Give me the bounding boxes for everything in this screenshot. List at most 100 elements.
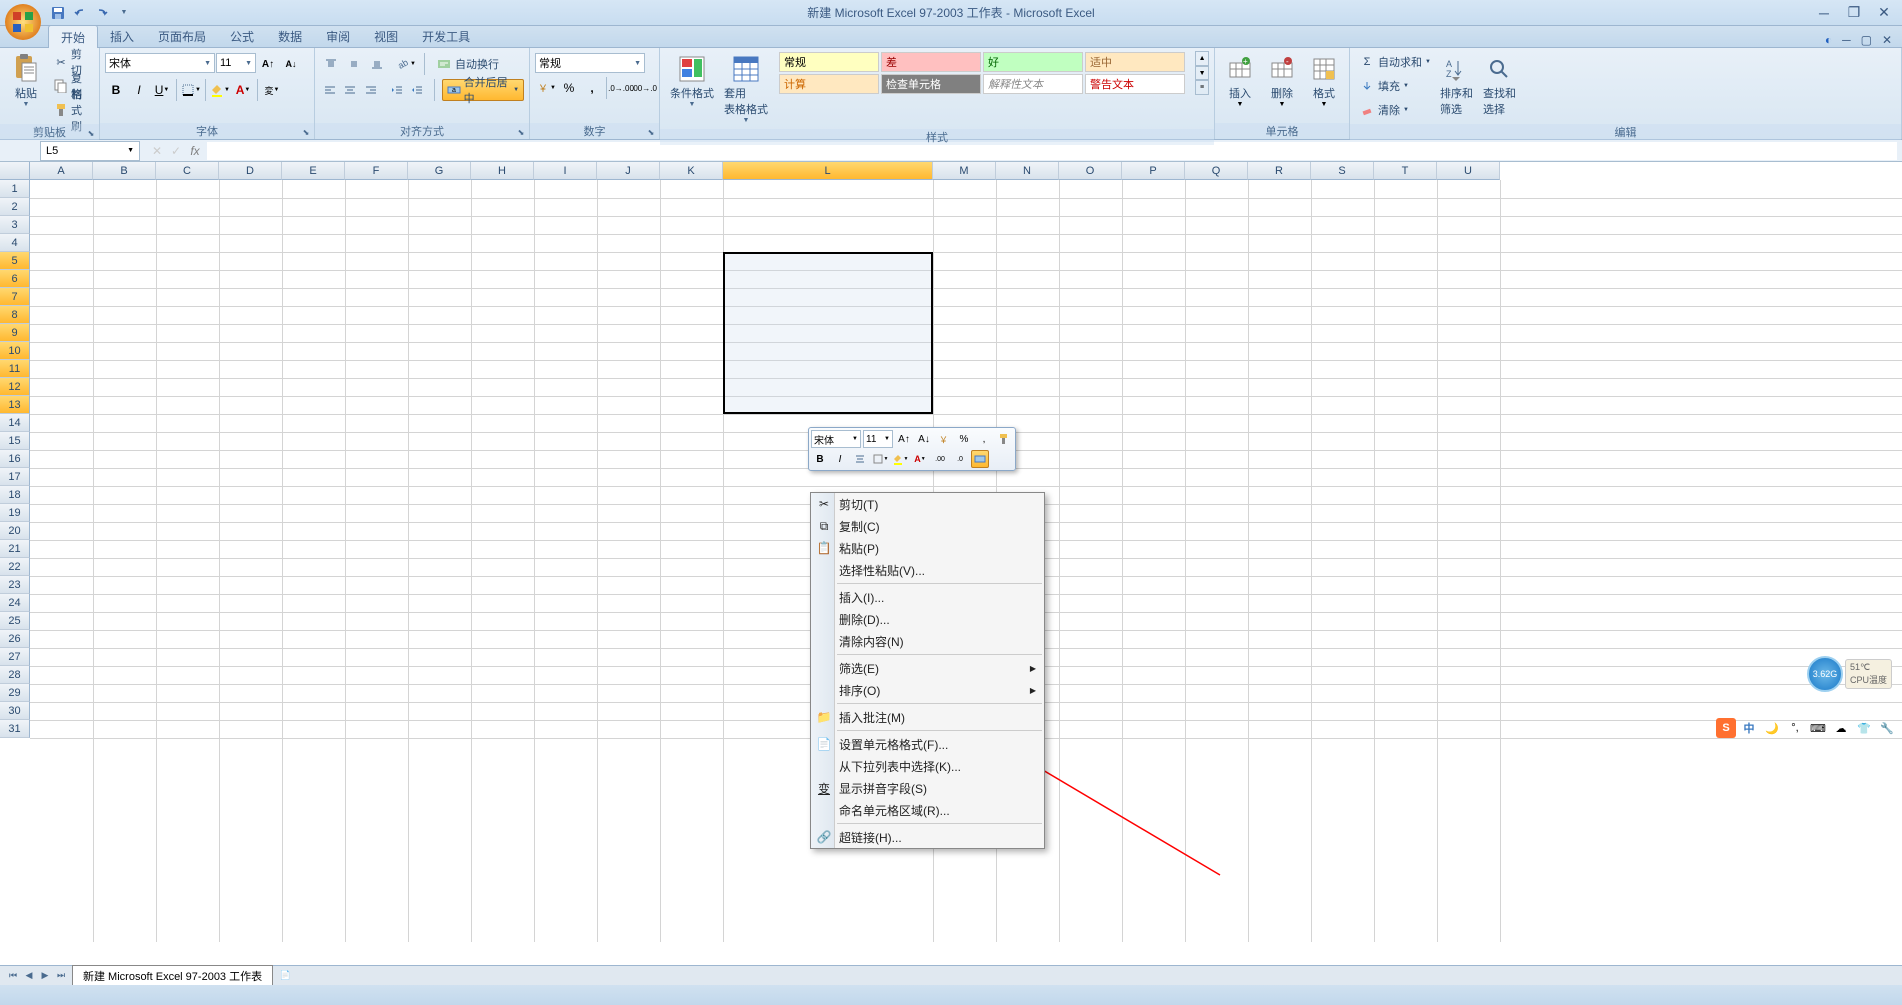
col-header-M[interactable]: M bbox=[933, 162, 996, 180]
style-cell[interactable]: 解释性文本 bbox=[983, 74, 1083, 94]
styles-scroll-up[interactable]: ▲ bbox=[1195, 51, 1209, 66]
align-launcher[interactable]: ⬊ bbox=[515, 126, 527, 138]
percent-button[interactable]: % bbox=[558, 77, 580, 99]
col-header-E[interactable]: E bbox=[282, 162, 345, 180]
row-header-18[interactable]: 18 bbox=[0, 486, 30, 504]
close-workbook-icon[interactable]: ✕ bbox=[1882, 33, 1892, 47]
row-header-14[interactable]: 14 bbox=[0, 414, 30, 432]
office-button[interactable] bbox=[3, 2, 43, 42]
row-header-12[interactable]: 12 bbox=[0, 378, 30, 396]
mini-fill-color[interactable]: ▼ bbox=[891, 450, 909, 468]
mini-italic[interactable]: I bbox=[831, 450, 849, 468]
find-select-button[interactable]: 查找和 选择 bbox=[1478, 51, 1521, 119]
ctx-item[interactable]: 选择性粘贴(V)... bbox=[811, 559, 1044, 581]
ime-cloud-icon[interactable]: ☁ bbox=[1831, 718, 1851, 738]
enter-formula-icon[interactable]: ✓ bbox=[169, 144, 183, 158]
row-header-6[interactable]: 6 bbox=[0, 270, 30, 288]
cancel-formula-icon[interactable]: ✕ bbox=[150, 144, 164, 158]
increase-indent-button[interactable] bbox=[407, 79, 426, 101]
mini-inc-decimal[interactable]: .00 bbox=[931, 450, 949, 468]
row-header-4[interactable]: 4 bbox=[0, 234, 30, 252]
mini-percent[interactable]: % bbox=[955, 430, 973, 448]
ctx-item[interactable]: 📋粘贴(P) bbox=[811, 537, 1044, 559]
insert-cells-button[interactable]: +插入▼ bbox=[1219, 51, 1261, 110]
row-header-19[interactable]: 19 bbox=[0, 504, 30, 522]
row-header-25[interactable]: 25 bbox=[0, 612, 30, 630]
ctx-item[interactable]: 🔗超链接(H)... bbox=[811, 826, 1044, 848]
name-box[interactable]: L5▼ bbox=[40, 141, 140, 161]
row-header-21[interactable]: 21 bbox=[0, 540, 30, 558]
row-header-27[interactable]: 27 bbox=[0, 648, 30, 666]
new-sheet-icon[interactable]: 📄 bbox=[277, 968, 293, 984]
col-header-S[interactable]: S bbox=[1311, 162, 1374, 180]
mini-format-painter[interactable] bbox=[995, 430, 1013, 448]
help-icon[interactable]: ◐ bbox=[1825, 33, 1832, 47]
ime-keyboard-icon[interactable]: ⌨ bbox=[1808, 718, 1828, 738]
ime-moon-icon[interactable]: 🌙 bbox=[1762, 718, 1782, 738]
ribbon-tab-7[interactable]: 开发工具 bbox=[410, 25, 482, 47]
font-color-button[interactable]: A▼ bbox=[232, 79, 254, 101]
clear-button[interactable]: 清除▼ bbox=[1355, 99, 1435, 121]
ribbon-tab-5[interactable]: 审阅 bbox=[314, 25, 362, 47]
grow-font-button[interactable]: A↑ bbox=[257, 53, 279, 75]
delete-cells-button[interactable]: -删除▼ bbox=[1261, 51, 1303, 110]
restore-window-icon[interactable]: ▢ bbox=[1861, 33, 1872, 47]
row-header-3[interactable]: 3 bbox=[0, 216, 30, 234]
ctx-item[interactable]: 📁插入批注(M) bbox=[811, 706, 1044, 728]
sheet-nav-last[interactable]: ⏭ bbox=[53, 968, 69, 984]
font-name-combo[interactable]: 宋体▼ bbox=[105, 53, 215, 73]
underline-button[interactable]: U▼ bbox=[151, 79, 173, 101]
row-header-31[interactable]: 31 bbox=[0, 720, 30, 738]
redo-icon[interactable] bbox=[92, 3, 112, 23]
select-all-corner[interactable] bbox=[0, 162, 30, 180]
ctx-item[interactable]: 清除内容(N) bbox=[811, 630, 1044, 652]
row-header-26[interactable]: 26 bbox=[0, 630, 30, 648]
col-header-H[interactable]: H bbox=[471, 162, 534, 180]
align-right-button[interactable] bbox=[361, 79, 380, 101]
mini-grow-font[interactable]: A↑ bbox=[895, 430, 913, 448]
row-header-2[interactable]: 2 bbox=[0, 198, 30, 216]
row-header-17[interactable]: 17 bbox=[0, 468, 30, 486]
sheet-nav-next[interactable]: ▶ bbox=[37, 968, 53, 984]
mini-dec-decimal[interactable]: .0 bbox=[951, 450, 969, 468]
ime-tool-icon[interactable]: 🔧 bbox=[1877, 718, 1897, 738]
col-header-R[interactable]: R bbox=[1248, 162, 1311, 180]
col-header-P[interactable]: P bbox=[1122, 162, 1185, 180]
ribbon-tab-6[interactable]: 视图 bbox=[362, 25, 410, 47]
col-header-N[interactable]: N bbox=[996, 162, 1059, 180]
ctx-item[interactable]: 排序(O)▶ bbox=[811, 679, 1044, 701]
ribbon-tab-2[interactable]: 页面布局 bbox=[146, 25, 218, 47]
ctx-item[interactable]: ✂剪切(T) bbox=[811, 493, 1044, 515]
currency-button[interactable]: ￥▼ bbox=[535, 77, 557, 99]
decrease-indent-button[interactable] bbox=[387, 79, 406, 101]
bold-button[interactable]: B bbox=[105, 79, 127, 101]
row-header-9[interactable]: 9 bbox=[0, 324, 30, 342]
col-header-Q[interactable]: Q bbox=[1185, 162, 1248, 180]
autosum-button[interactable]: Σ自动求和▼ bbox=[1355, 51, 1435, 73]
sheet-nav-first[interactable]: ⏮ bbox=[5, 968, 21, 984]
sort-filter-button[interactable]: AZ排序和 筛选 bbox=[1435, 51, 1478, 119]
col-header-I[interactable]: I bbox=[534, 162, 597, 180]
align-left-button[interactable] bbox=[320, 79, 339, 101]
number-launcher[interactable]: ⬊ bbox=[645, 126, 657, 138]
ime-punct-icon[interactable]: °, bbox=[1785, 718, 1805, 738]
row-header-11[interactable]: 11 bbox=[0, 360, 30, 378]
sheet-nav-prev[interactable]: ◀ bbox=[21, 968, 37, 984]
wrap-text-button[interactable]: 自动换行 bbox=[432, 53, 503, 75]
row-header-7[interactable]: 7 bbox=[0, 288, 30, 306]
row-header-5[interactable]: 5 bbox=[0, 252, 30, 270]
italic-button[interactable]: I bbox=[128, 79, 150, 101]
minimize-button[interactable]: ─ bbox=[1814, 4, 1834, 22]
minimize-ribbon-icon[interactable]: ─ bbox=[1842, 33, 1851, 47]
ctx-item[interactable]: 删除(D)... bbox=[811, 608, 1044, 630]
decrease-decimal-button[interactable]: .00→.0 bbox=[633, 77, 655, 99]
merge-center-button[interactable]: a合并后居中▼ bbox=[442, 79, 524, 101]
font-size-combo[interactable]: 11▼ bbox=[216, 53, 256, 73]
comma-button[interactable]: , bbox=[581, 77, 603, 99]
mini-font-color[interactable]: A▼ bbox=[911, 450, 929, 468]
table-format-button[interactable]: 套用 表格格式▼ bbox=[719, 51, 773, 126]
styles-expand[interactable]: ≡ bbox=[1195, 80, 1209, 95]
align-center-button[interactable] bbox=[340, 79, 359, 101]
number-format-combo[interactable]: 常规▼ bbox=[535, 53, 645, 73]
row-header-22[interactable]: 22 bbox=[0, 558, 30, 576]
